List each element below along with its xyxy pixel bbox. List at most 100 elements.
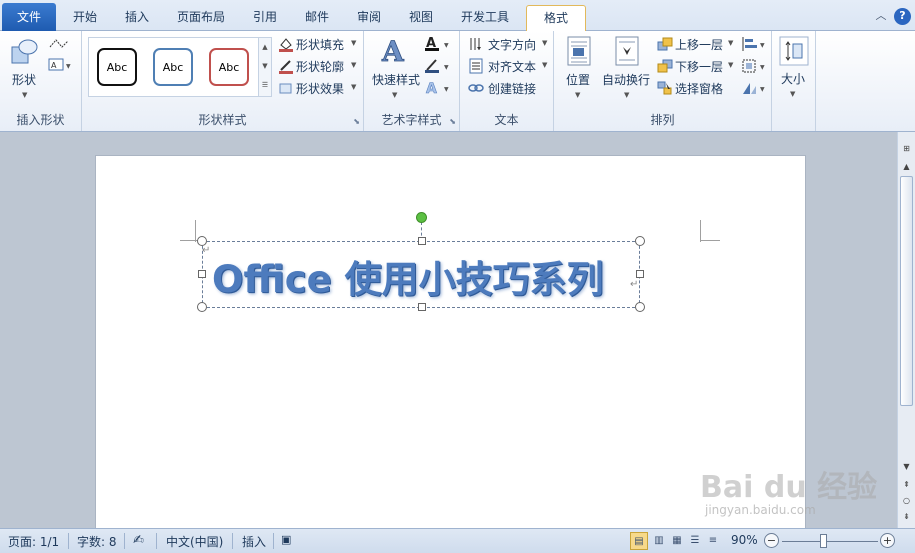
bring-forward-icon[interactable] <box>657 36 673 52</box>
size-dropdown-icon[interactable]: ▼ <box>790 90 795 98</box>
resize-handle-bottom[interactable] <box>418 303 426 311</box>
group-shape-styles: Abc Abc Abc ▲ ▼ ☰ 形状填充 ▼ 形状轮廓 ▼ 形状效果 ▼ 形状样… <box>82 31 364 131</box>
send-backward-button[interactable]: 下移一层 <box>675 58 723 75</box>
scroll-thumb[interactable] <box>900 176 913 406</box>
align-text-button[interactable]: 对齐文本 <box>488 58 536 75</box>
bring-forward-button[interactable]: 上移一层 <box>675 36 723 53</box>
next-page-icon[interactable]: ⇟ <box>899 510 914 524</box>
shape-style-red[interactable]: Abc <box>209 48 249 86</box>
shape-effects-dropdown-icon[interactable]: ▼ <box>351 83 356 91</box>
browse-object-icon[interactable]: ○ <box>899 494 914 508</box>
send-backward-dropdown-icon[interactable]: ▼ <box>728 61 733 69</box>
tab-format[interactable]: 格式 <box>526 5 586 32</box>
zoom-slider-track[interactable] <box>782 541 878 542</box>
collapse-ribbon-icon[interactable]: ︿ <box>873 8 889 24</box>
wordart-text[interactable]: Office 使用小技巧系列 <box>212 249 604 303</box>
wrap-text-icon[interactable] <box>614 35 640 67</box>
resize-handle-top-right[interactable] <box>635 236 645 246</box>
print-layout-view-icon[interactable]: ▤ <box>630 532 648 550</box>
proofing-icon[interactable]: ✍ <box>133 533 144 548</box>
create-link-button[interactable]: 创建链接 <box>488 80 536 97</box>
align-text-icon[interactable] <box>468 58 484 74</box>
language-indicator[interactable]: 中文(中国) <box>166 533 223 550</box>
shape-outline-icon[interactable] <box>278 58 294 74</box>
quick-styles-icon[interactable]: A <box>380 35 412 67</box>
rotate-icon[interactable]: ▼ <box>741 80 767 96</box>
help-icon[interactable]: ? <box>894 8 911 25</box>
previous-page-icon[interactable]: ⇞ <box>899 478 914 492</box>
shape-fill-button[interactable]: 形状填充 <box>296 36 344 53</box>
full-screen-reading-icon[interactable]: ▥ <box>650 532 668 550</box>
draft-view-icon[interactable]: ≡ <box>704 532 722 550</box>
scroll-down-icon[interactable]: ▼ <box>899 460 914 474</box>
quick-styles-dropdown-icon[interactable]: ▼ <box>392 91 397 99</box>
position-button[interactable]: 位置 <box>566 71 590 88</box>
wordart-launcher-icon[interactable]: ⬊ <box>449 117 456 126</box>
position-dropdown-icon[interactable]: ▼ <box>575 91 580 99</box>
tab-page-layout[interactable]: 页面布局 <box>168 5 234 31</box>
zoom-out-icon[interactable]: − <box>764 533 779 548</box>
create-link-icon[interactable] <box>468 80 484 96</box>
shape-style-blue[interactable]: Abc <box>153 48 193 86</box>
size-icon[interactable] <box>779 36 809 66</box>
group-objects-icon[interactable]: ▼ <box>741 58 767 74</box>
tab-view[interactable]: 视图 <box>398 5 444 31</box>
shapes-icon[interactable] <box>10 37 40 67</box>
text-effects-icon[interactable]: A ▼ <box>424 79 452 97</box>
word-count[interactable]: 字数: 8 <box>77 533 117 550</box>
macro-record-icon[interactable]: ▣ <box>281 533 291 546</box>
ruler-toggle-icon[interactable]: ⊞ <box>899 142 914 156</box>
shape-fill-icon[interactable] <box>278 36 294 52</box>
gallery-scroll[interactable]: ▲ ▼ ☰ <box>258 38 271 96</box>
selection-pane-icon[interactable] <box>657 80 673 96</box>
text-fill-icon[interactable]: A ▼ <box>424 35 452 53</box>
insert-mode-indicator[interactable]: 插入 <box>242 533 266 550</box>
align-icon[interactable]: ▼ <box>741 36 767 52</box>
send-backward-icon[interactable] <box>657 58 673 74</box>
outline-view-icon[interactable]: ☰ <box>686 532 704 550</box>
resize-handle-top[interactable] <box>418 237 426 245</box>
tab-file[interactable]: 文件 <box>2 3 56 31</box>
size-button[interactable]: 大小 <box>781 70 805 87</box>
tab-review[interactable]: 审阅 <box>346 5 392 31</box>
page-count[interactable]: 页面: 1/1 <box>8 533 59 550</box>
tab-references[interactable]: 引用 <box>242 5 288 31</box>
shape-effects-button[interactable]: 形状效果 <box>296 80 344 97</box>
tab-mailings[interactable]: 邮件 <box>294 5 340 31</box>
rotation-handle[interactable] <box>416 212 427 223</box>
web-layout-icon[interactable]: ▦ <box>668 532 686 550</box>
shape-effects-icon[interactable] <box>278 80 294 96</box>
zoom-slider-thumb[interactable] <box>820 534 827 548</box>
text-outline-icon[interactable]: ▼ <box>424 57 452 75</box>
tab-developer[interactable]: 开发工具 <box>452 5 518 31</box>
edit-shape-icon[interactable] <box>48 37 72 51</box>
shape-style-black[interactable]: Abc <box>97 48 137 86</box>
quick-styles-button[interactable]: 快速样式 <box>372 71 420 88</box>
resize-handle-bottom-right[interactable] <box>635 302 645 312</box>
vertical-scrollbar[interactable]: ⊞ ▲ ▼ ⇞ ○ ⇟ <box>897 132 915 528</box>
text-direction-icon[interactable] <box>468 36 484 52</box>
shape-outline-dropdown-icon[interactable]: ▼ <box>351 61 356 69</box>
align-text-dropdown-icon[interactable]: ▼ <box>542 61 547 69</box>
tab-insert[interactable]: 插入 <box>114 5 160 31</box>
tab-home[interactable]: 开始 <box>62 5 108 31</box>
resize-handle-bottom-left[interactable] <box>197 302 207 312</box>
text-direction-button[interactable]: 文字方向 <box>488 36 536 53</box>
shapes-dropdown-icon[interactable]: ▼ <box>22 91 27 99</box>
resize-handle-left[interactable] <box>198 270 206 278</box>
text-box-icon[interactable]: A ▼ <box>48 58 72 72</box>
wrap-text-button[interactable]: 自动换行 <box>602 71 650 88</box>
resize-handle-right[interactable] <box>636 270 644 278</box>
zoom-in-icon[interactable]: + <box>880 533 895 548</box>
zoom-level[interactable]: 90% <box>731 533 758 547</box>
scroll-up-icon[interactable]: ▲ <box>899 160 914 174</box>
shape-styles-launcher-icon[interactable]: ⬊ <box>353 117 360 126</box>
selection-pane-button[interactable]: 选择窗格 <box>675 80 723 97</box>
bring-forward-dropdown-icon[interactable]: ▼ <box>728 39 733 47</box>
shapes-button[interactable]: 形状 <box>12 71 36 88</box>
wrap-text-dropdown-icon[interactable]: ▼ <box>624 91 629 99</box>
shape-fill-dropdown-icon[interactable]: ▼ <box>351 39 356 47</box>
position-icon[interactable] <box>566 35 592 67</box>
shape-outline-button[interactable]: 形状轮廓 <box>296 58 344 75</box>
text-direction-dropdown-icon[interactable]: ▼ <box>542 39 547 47</box>
